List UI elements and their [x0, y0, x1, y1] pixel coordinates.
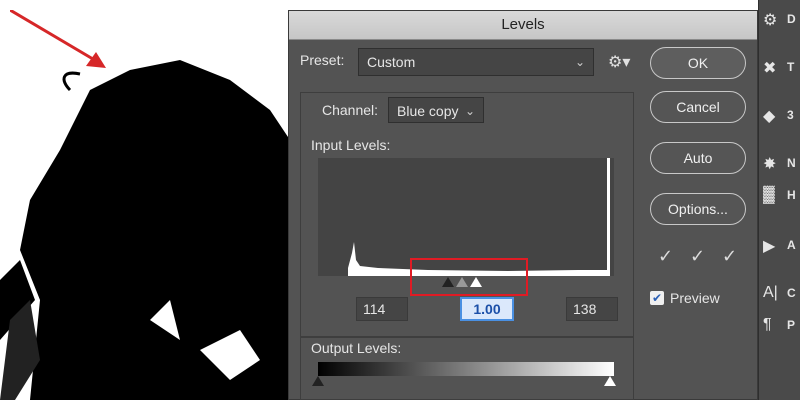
3d-icon: ◆: [763, 108, 776, 125]
red-arrow-icon: [10, 10, 106, 68]
panel-item-actions[interactable]: ▶ A: [759, 226, 800, 266]
output-black-slider[interactable]: [312, 376, 324, 386]
output-white-slider[interactable]: [604, 376, 616, 386]
image-canvas: [0, 0, 290, 400]
navigator-icon: ✸: [763, 156, 777, 173]
panel-item-layers[interactable]: ⚙ D: [759, 0, 800, 40]
white-eyedropper-icon[interactable]: ✓: [722, 246, 737, 267]
panel-item-3d[interactable]: ◆ 3: [759, 96, 800, 136]
gray-eyedropper-icon[interactable]: ✓: [690, 246, 705, 267]
ok-button[interactable]: OK: [650, 47, 746, 79]
channel-label: Channel:: [322, 102, 379, 118]
preview-checkbox[interactable]: ✔: [650, 291, 664, 305]
preset-value: Custom: [367, 54, 416, 70]
input-levels-label: Input Levels:: [311, 137, 391, 153]
chevron-down-icon: ⌄: [574, 55, 585, 69]
preview-label: Preview: [670, 290, 720, 306]
gear-icon[interactable]: ⚙▾: [608, 52, 630, 72]
black-eyedropper-icon[interactable]: ✓: [658, 246, 673, 267]
right-panel: ⚙ D ✖ T ◆ 3 ✸ N ▓ H ▶ A A| C ¶ P: [758, 0, 800, 400]
panel-item-tools[interactable]: ✖ T: [759, 48, 800, 88]
output-gradient: [318, 362, 614, 376]
input-gamma-field[interactable]: 1.00: [460, 297, 514, 321]
input-white-field[interactable]: 138: [566, 297, 618, 321]
channel-value: Blue copy: [397, 103, 459, 119]
preset-select[interactable]: Custom ⌄: [358, 48, 594, 76]
character-icon: A|: [763, 284, 778, 301]
auto-button[interactable]: Auto: [650, 142, 746, 174]
histogram-icon: ▓: [763, 186, 775, 203]
cancel-button[interactable]: Cancel: [650, 91, 746, 123]
paragraph-icon: ¶: [763, 316, 772, 333]
dialog-title: Levels: [289, 11, 757, 40]
input-black-field[interactable]: 114: [356, 297, 408, 321]
panel-item-paragraph[interactable]: ¶ P: [759, 306, 800, 346]
actions-icon: ▶: [763, 238, 776, 255]
preset-label: Preset:: [300, 52, 345, 68]
tools-icon: ✖: [763, 60, 777, 77]
chevron-down-icon: ⌄: [464, 104, 475, 118]
channel-select[interactable]: Blue copy ⌄: [388, 97, 484, 123]
highlight-box: [410, 258, 528, 296]
output-levels-label: Output Levels:: [311, 340, 402, 356]
options-button[interactable]: Options...: [650, 193, 746, 225]
layers-icon: ⚙: [763, 12, 778, 29]
panel-item-histogram[interactable]: ▓ H: [759, 176, 800, 216]
